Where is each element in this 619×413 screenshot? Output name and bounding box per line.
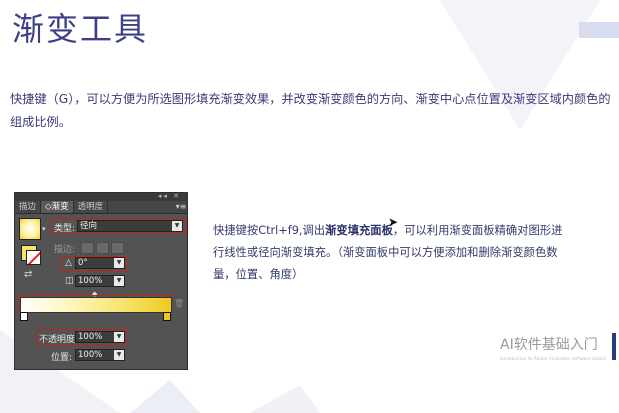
description-bold: 渐变填充面板	[325, 224, 393, 237]
gradient-slider[interactable]	[20, 297, 172, 313]
reverse-gradient-icon[interactable]: ⇄	[24, 269, 32, 280]
type-select-value: 径向	[80, 221, 98, 231]
opacity-value: 100%	[78, 332, 103, 342]
mouse-cursor-icon: ➤	[388, 215, 399, 229]
gradient-stop-end[interactable]	[163, 312, 171, 321]
panel-menu-icon[interactable]: ▾≡	[175, 201, 187, 213]
stroke-label: 描边:	[54, 245, 76, 255]
aspect-ratio-input[interactable]: 100% ▼	[75, 275, 125, 287]
chevron-down-icon: ▼	[172, 221, 182, 231]
panel-titlebar: ◂◂ ✕	[15, 192, 187, 201]
chevron-down-icon: ▼	[114, 350, 124, 360]
gradient-preview-swatch[interactable]	[19, 218, 41, 240]
stroke-within-button[interactable]	[81, 242, 94, 254]
tab-gradient-label: 渐变	[51, 202, 69, 212]
tab-stroke[interactable]: 描边	[15, 201, 42, 213]
opacity-input[interactable]: 100% ▼	[75, 331, 125, 343]
aspect-ratio-icon: ◫	[65, 276, 74, 286]
chevron-down-icon: ▼	[114, 276, 124, 286]
type-select[interactable]: 径向 ▼	[77, 220, 183, 232]
intro-text: 快捷键（G），可以方便为所选图形填充渐变效果，并改变渐变颜色的方向、渐变中心点位…	[10, 92, 611, 129]
course-watermark-subtitle: Introduction to Adobe Illustrator softwa…	[500, 356, 607, 361]
watermark-accent-bar	[612, 333, 616, 360]
stroke-along-button[interactable]	[96, 242, 109, 254]
type-label: 类型:	[54, 224, 76, 234]
course-watermark: AI软件基础入门	[500, 337, 598, 353]
tab-transparency[interactable]: 透明度	[74, 201, 109, 213]
panel-collapse-icon[interactable]: ◂◂ ✕	[158, 192, 181, 200]
delete-stop-icon[interactable]: 🗑	[174, 299, 184, 308]
angle-value: 0°	[78, 258, 88, 268]
chevron-down-icon: ▼	[114, 332, 124, 342]
position-input[interactable]: 100% ▼	[75, 349, 125, 361]
description-text: 快捷键按Ctrl+f9,调出渐变填充面板，可以利用渐变面板精确对图形进行线性或径…	[213, 220, 573, 286]
tab-gradient[interactable]: ◇渐变	[41, 201, 74, 213]
aspect-ratio-value: 100%	[78, 276, 103, 286]
corner-decoration	[579, 22, 619, 38]
angle-icon: △	[65, 258, 72, 268]
page-title: 渐变工具	[12, 10, 149, 48]
stroke-swatch[interactable]	[26, 250, 41, 265]
gradient-panel: ◂◂ ✕ 描边 ◇渐变 透明度 ▾≡ ▾ ⇄ 类型: 径向 ▼ 描边: △ 0°…	[14, 192, 188, 370]
position-value: 100%	[78, 350, 103, 360]
stroke-across-button[interactable]	[111, 242, 124, 254]
chevron-down-icon: ▼	[114, 258, 124, 268]
angle-input[interactable]: 0° ▼	[75, 257, 125, 269]
swatch-dropdown-icon[interactable]: ▾	[42, 225, 46, 233]
gradient-stop-start[interactable]	[20, 312, 28, 321]
stroke-buttons	[81, 242, 124, 254]
description-before: 快捷键按Ctrl+f9,调出	[213, 224, 326, 237]
position-label: 位置:	[51, 353, 73, 363]
panel-tabs: 描边 ◇渐变 透明度 ▾≡	[15, 201, 187, 214]
opacity-label: 不透明度:	[39, 335, 79, 345]
